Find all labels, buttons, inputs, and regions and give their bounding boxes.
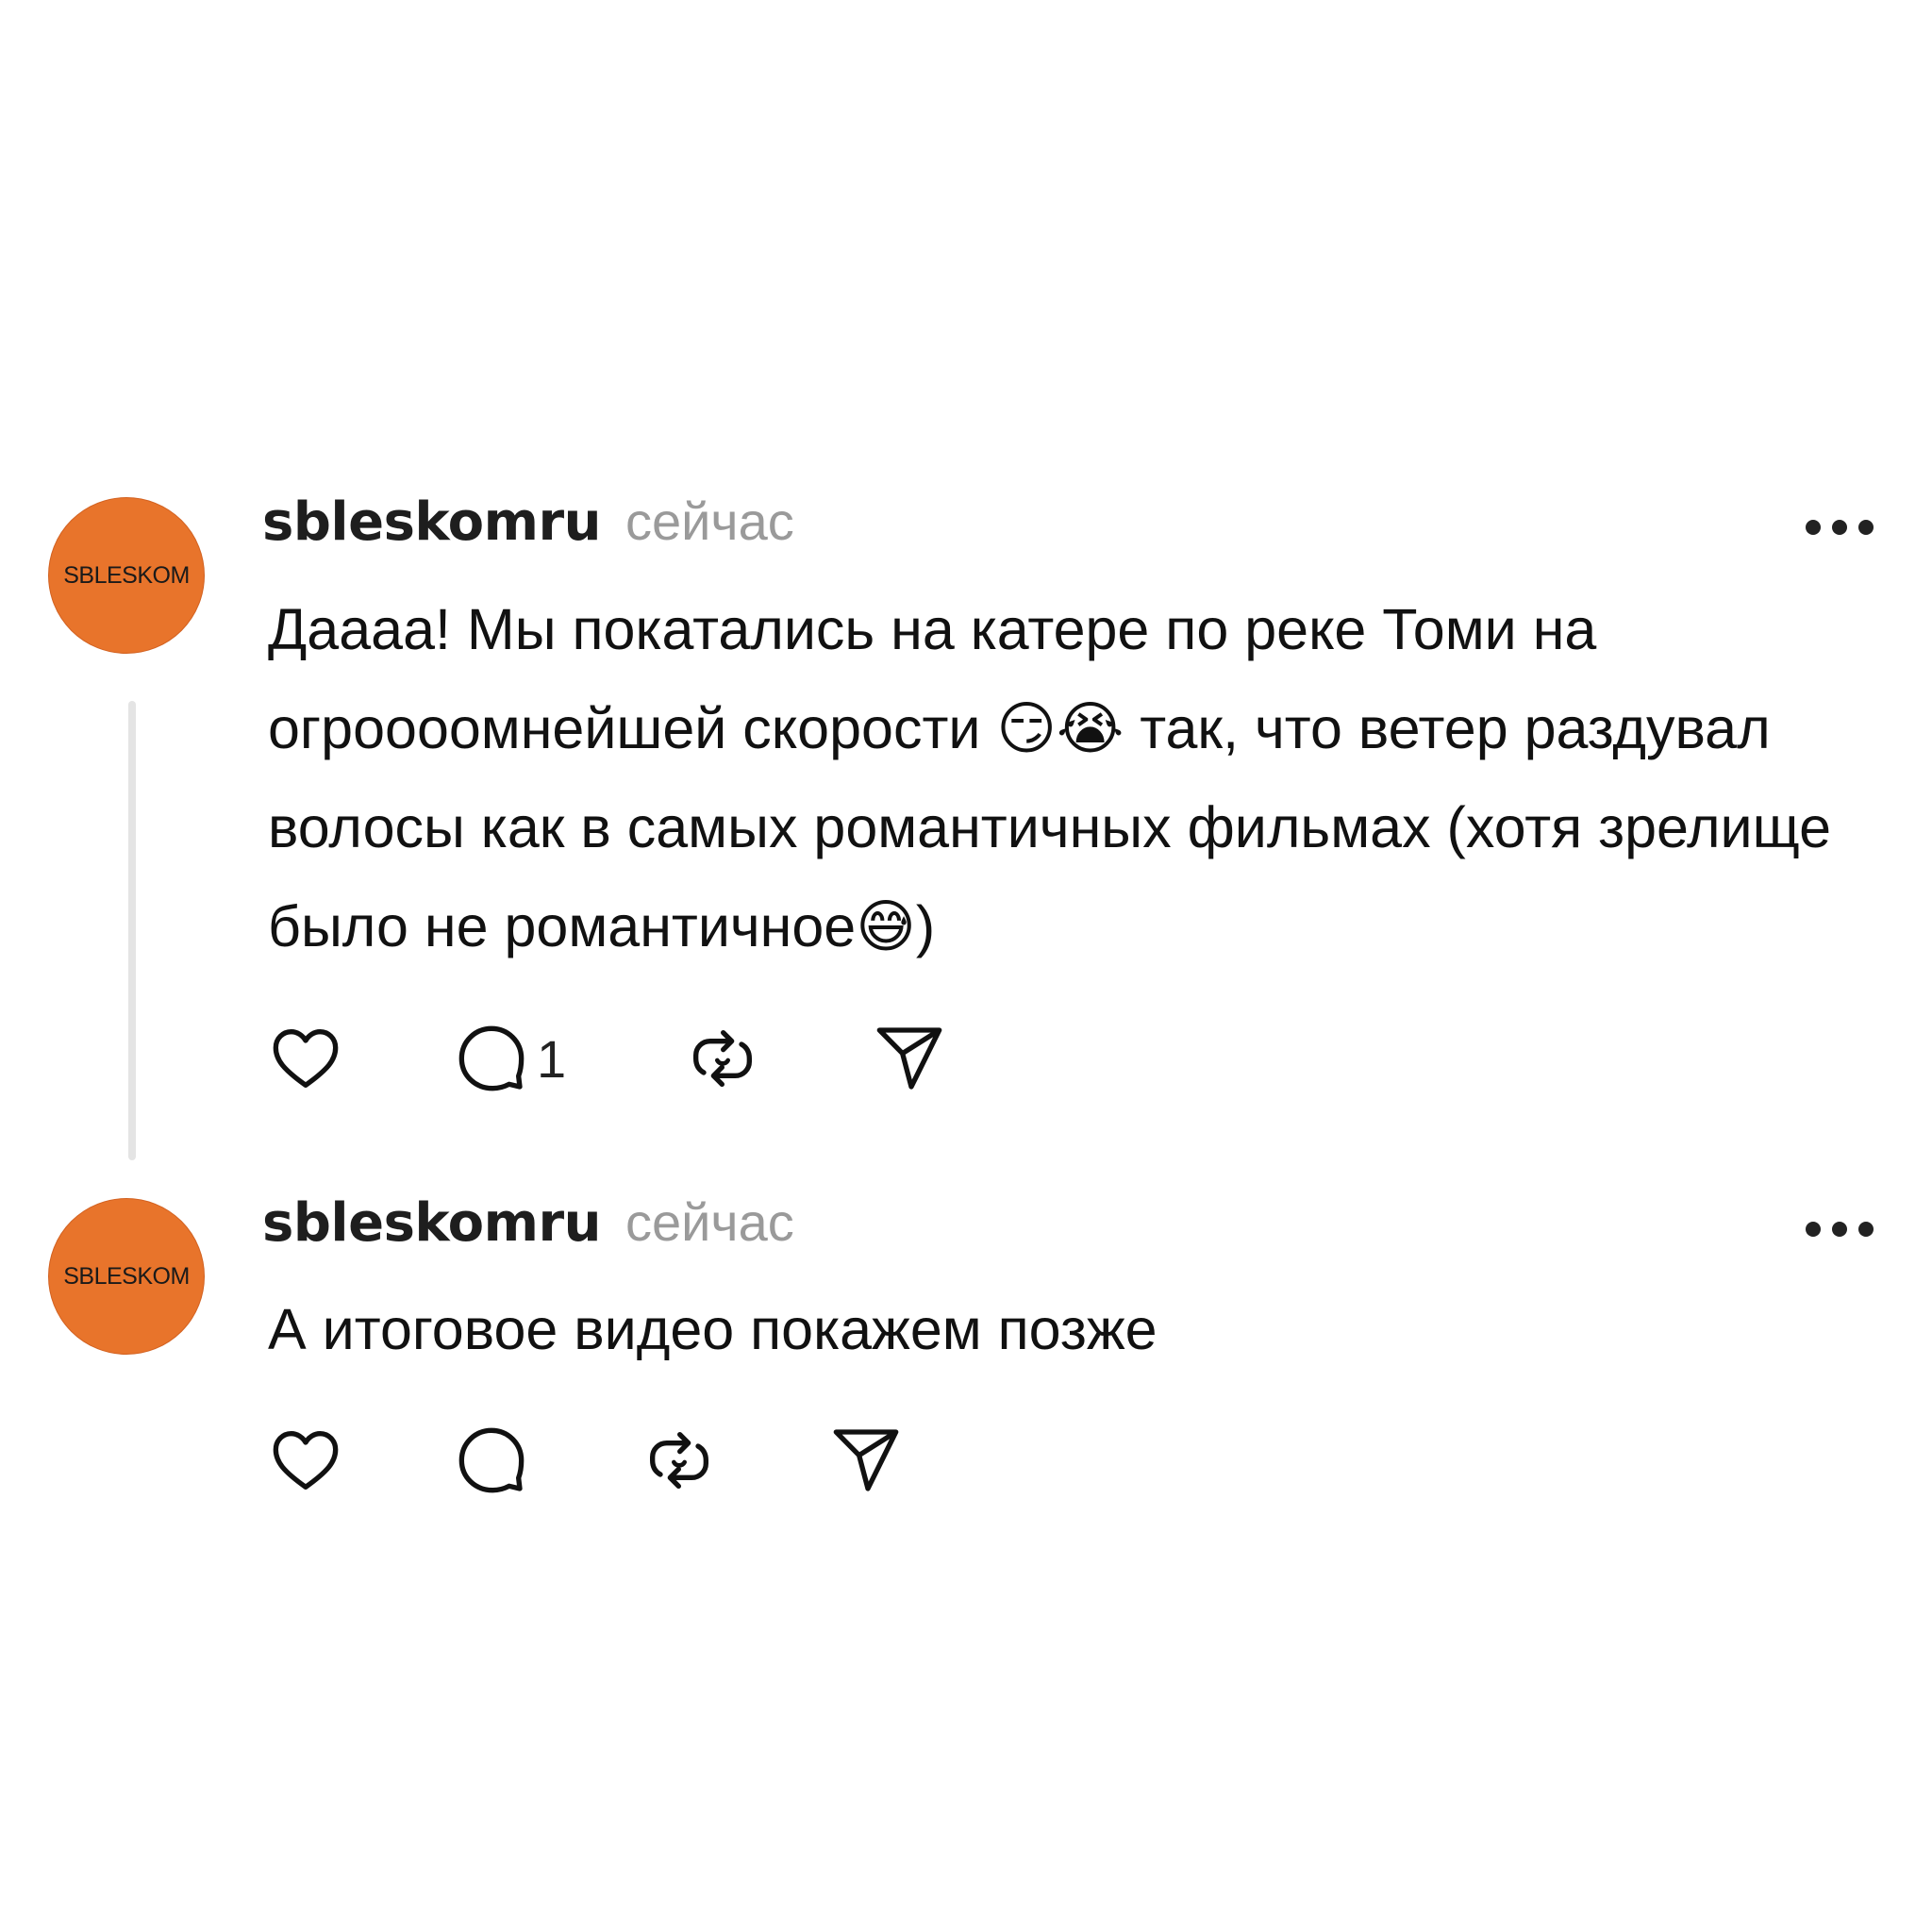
post-text: Даааа! Мы покатались на катере по реке Т…: [268, 597, 1847, 958]
comment-button[interactable]: [454, 1423, 537, 1498]
share-icon: [833, 1429, 899, 1491]
comment-icon: [458, 1025, 525, 1091]
more-icon: [1806, 1222, 1874, 1237]
heart-icon: [273, 1431, 339, 1490]
comment-button[interactable]: 1: [454, 1021, 566, 1096]
share-button[interactable]: [828, 1423, 904, 1498]
username[interactable]: sbleskomru: [262, 491, 601, 553]
repost-icon: [650, 1432, 708, 1489]
heart-icon: [273, 1029, 339, 1088]
timestamp: сейчас: [625, 1192, 794, 1252]
post-header: sbleskomru сейчас: [262, 491, 794, 553]
post-header: sbleskomru сейчас: [262, 1191, 794, 1254]
comment-icon: [458, 1427, 525, 1493]
like-button[interactable]: [268, 1021, 343, 1096]
share-icon: [876, 1027, 942, 1090]
avatar-logo-text: SBLESKOM: [63, 1262, 190, 1290]
more-options-button[interactable]: [1802, 1218, 1877, 1241]
avatar[interactable]: SBLESKOM: [48, 497, 205, 654]
avatar[interactable]: SBLESKOM: [48, 1198, 205, 1355]
like-button[interactable]: [268, 1423, 343, 1498]
thread-line: [128, 701, 136, 1160]
more-options-button[interactable]: [1802, 516, 1877, 539]
more-icon: [1806, 520, 1874, 535]
repost-button[interactable]: [641, 1423, 717, 1498]
repost-button[interactable]: [685, 1021, 760, 1096]
username[interactable]: sbleskomru: [262, 1192, 601, 1254]
timestamp: сейчас: [625, 491, 794, 551]
post-text: А итоговое видео покажем позже: [268, 1297, 1158, 1361]
reply-count: 1: [537, 1028, 567, 1089]
share-button[interactable]: [872, 1021, 947, 1096]
repost-icon: [693, 1030, 752, 1087]
avatar-logo-text: SBLESKOM: [63, 561, 190, 589]
